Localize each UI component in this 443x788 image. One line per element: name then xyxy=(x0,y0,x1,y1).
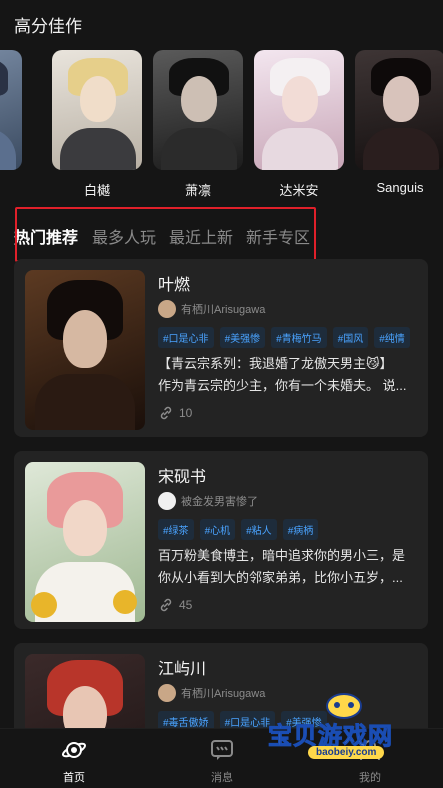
nav-label: 消息 xyxy=(211,772,233,784)
play-count: 10 xyxy=(158,405,192,421)
tag-list: #口是心非 #美强惨 #青梅竹马 #国风 #纯情 xyxy=(158,327,416,348)
character-name: Sanguis xyxy=(376,180,424,195)
highlight-annotation-box xyxy=(15,207,316,262)
story-cover-image xyxy=(25,462,145,622)
description-line: 百万粉美食博主，暗中追求你的男小三，是 xyxy=(158,548,406,563)
tag: #口是心非 xyxy=(158,327,214,348)
character-card-bai-yue[interactable] xyxy=(52,50,142,170)
story-title: 江屿川 xyxy=(158,661,207,678)
nav-home[interactable]: 首页 xyxy=(34,737,114,785)
description-line: 你从小看到大的邻家弟弟，比你小五岁，... xyxy=(158,570,403,585)
character-card-xiao-lin[interactable] xyxy=(153,50,243,170)
tag: #青梅竹马 xyxy=(271,327,327,348)
play-count: 45 xyxy=(158,597,192,613)
featured-section-title: 高分佳作 xyxy=(14,17,82,36)
link-chain-icon xyxy=(160,406,172,420)
link-chain-icon xyxy=(160,598,172,612)
story-description: 百万粉美食博主，暗中追求你的男小三，是 你从小看到大的邻家弟弟，比你小五岁，..… xyxy=(158,545,420,589)
tag: #病柄 xyxy=(282,519,319,540)
nav-label: 首页 xyxy=(63,772,85,784)
story-description: 【青云宗系列：我退婚了龙傲天男主😼】 作为青云宗的少主，你有一个未婚夫。 说..… xyxy=(158,353,420,397)
story-title: 宋砚书 xyxy=(158,469,207,486)
character-card-damian[interactable] xyxy=(254,50,344,170)
author-row[interactable]: 被金发男害惨了 xyxy=(158,491,258,511)
tag: #美强惨 xyxy=(219,327,266,348)
author-name: 有栖川Arisugawa xyxy=(181,688,266,700)
nav-label: 我的 xyxy=(359,772,381,784)
description-line: 作为青云宗的少主，你有一个未婚夫。 说... xyxy=(158,378,407,393)
tag: #绿茶 xyxy=(158,519,194,540)
tag: #心机 xyxy=(199,519,236,540)
author-avatar xyxy=(158,492,176,510)
play-count-value: 45 xyxy=(179,598,193,612)
character-name: 白樾 xyxy=(83,183,110,198)
featured-carousel[interactable]: 白樾 萧凛 达米安 Sanguis xyxy=(0,50,443,200)
site-watermark: 宝贝游戏网 baobeiy.com xyxy=(268,690,418,770)
message-icon xyxy=(211,740,233,760)
tag: #国风 xyxy=(332,327,369,348)
story-title: 叶燃 xyxy=(158,277,191,294)
story-cover-image xyxy=(25,270,145,430)
tag: #纯情 xyxy=(374,327,410,348)
play-count-value: 10 xyxy=(179,406,193,420)
character-name: 达米安 xyxy=(279,183,319,198)
story-card[interactable]: 叶燃 有栖川Arisugawa #口是心非 #美强惨 #青梅竹马 #国风 #纯情… xyxy=(14,259,428,437)
home-planet-icon xyxy=(61,742,87,758)
character-card-sanguis[interactable] xyxy=(355,50,443,170)
tag: #粘人 xyxy=(241,519,277,540)
watermark-url: baobeiy.com xyxy=(308,746,385,759)
author-name: 被金发男害惨了 xyxy=(181,496,258,508)
author-name: 有栖川Arisugawa xyxy=(181,304,266,316)
nav-messages[interactable]: 消息 xyxy=(182,737,262,785)
author-avatar xyxy=(158,684,176,702)
story-card[interactable]: 宋砚书 被金发男害惨了 #绿茶 #心机 #粘人 #病柄 百万粉美食博主，暗中追求… xyxy=(14,451,428,629)
author-row[interactable]: 有栖川Arisugawa xyxy=(158,299,265,319)
author-row[interactable]: 有栖川Arisugawa xyxy=(158,683,265,703)
description-line: 【青云宗系列：我退婚了龙傲天男主😼】 xyxy=(158,356,393,371)
character-card[interactable] xyxy=(0,50,22,170)
tag-list: #绿茶 #心机 #粘人 #病柄 xyxy=(158,519,324,540)
character-name: 萧凛 xyxy=(184,183,211,198)
author-avatar xyxy=(158,300,176,318)
